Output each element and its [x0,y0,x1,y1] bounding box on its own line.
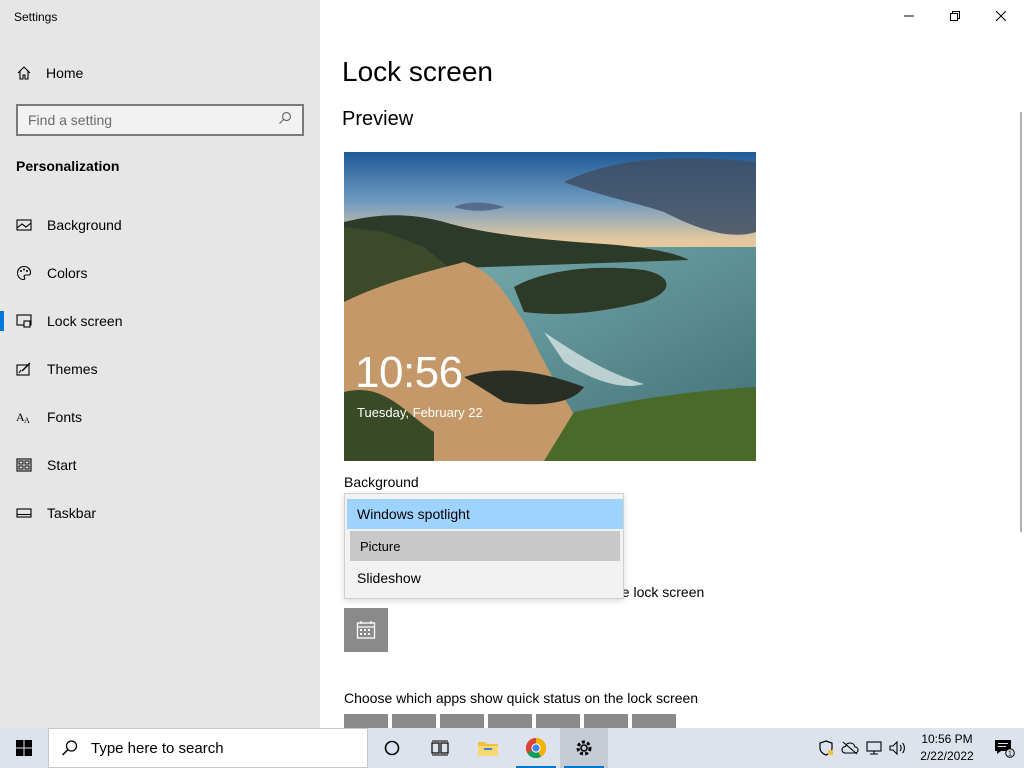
quick-status-tile[interactable] [536,714,580,728]
close-button[interactable] [978,0,1024,32]
taskbar: Type here to search 10:56 PM 2/22/2022 1 [0,728,1024,768]
page-title: Lock screen [342,56,493,87]
clock-time: 10:56 PM [921,732,973,746]
settings-icon [576,740,592,756]
dropdown-option-picture[interactable]: Picture [350,531,620,561]
preview-time: 10:56 [355,348,463,397]
task-view-icon [431,740,449,756]
sidebar-item-label: Taskbar [47,505,97,521]
minimize-icon [904,15,914,17]
clock-date: 2/22/2022 [920,749,974,763]
sidebar-item-label: Start [47,457,77,473]
sidebar-item-start[interactable]: Start [0,441,320,489]
calendar-app-tile[interactable] [344,608,388,652]
sidebar-item-lock-screen[interactable]: Lock screen [0,297,320,345]
notification-count: 1 [1008,751,1012,758]
chrome-icon [525,737,547,759]
lock-screen-icon [16,313,32,329]
themes-icon [16,361,32,377]
home-icon [16,65,32,81]
search-icon [61,740,78,756]
dropdown-option-windows-spotlight[interactable]: Windows spotlight [347,499,623,529]
settings-search-box[interactable] [16,104,304,136]
window-controls [886,0,1024,32]
scrollbar[interactable] [1020,112,1022,532]
sidebar: Settings Home Personalization Background… [0,0,320,728]
volume-tray-button[interactable] [886,728,910,768]
quick-status-tile[interactable] [488,714,532,728]
sidebar-item-taskbar[interactable]: Taskbar [0,489,320,537]
cortana-icon [384,740,400,756]
background-label: Background [344,474,419,490]
sidebar-item-label: Themes [47,361,98,377]
windows-logo-icon [16,740,32,756]
quick-status-label: Choose which apps show quick status on t… [344,690,699,706]
app-title: Settings [14,10,58,24]
system-tray: 10:56 PM 2/22/2022 1 [814,728,1024,768]
sidebar-item-label: Colors [47,265,88,281]
cloud-offline-icon [841,741,859,755]
taskbar-search-placeholder: Type here to search [91,739,224,757]
task-view-button[interactable] [416,728,464,768]
sidebar-item-background[interactable]: Background [0,201,320,249]
preview-date: Tuesday, February 22 [357,405,483,420]
action-center-button[interactable]: 1 [984,728,1024,768]
sidebar-item-colors[interactable]: Colors [0,249,320,297]
minimize-button[interactable] [886,0,932,32]
sidebar-nav: Background Colors Lock screen Themes AA … [0,201,320,537]
section-heading: Personalization [16,158,120,174]
network-tray-button[interactable] [862,728,886,768]
taskbar-clock[interactable]: 10:56 PM 2/22/2022 [910,731,984,765]
svg-text:A: A [24,416,30,425]
close-icon [996,11,1006,21]
sidebar-item-fonts[interactable]: AA Fonts [0,393,320,441]
restore-button[interactable] [932,0,978,32]
cortana-button[interactable] [368,728,416,768]
main-content: Lock screen Preview 10:56 Tuesday, Febru… [320,0,1024,728]
home-label: Home [46,65,84,81]
start-icon [16,457,32,473]
file-explorer-button[interactable] [464,728,512,768]
quick-status-tile[interactable] [584,714,628,728]
dropdown-option-slideshow[interactable]: Slideshow [347,563,623,593]
picture-icon [16,217,32,233]
detailed-status-label: he lock screen [614,584,705,600]
quick-status-tiles [344,714,676,728]
fonts-icon: AA [16,409,32,425]
sidebar-item-label: Lock screen [47,313,123,329]
volume-icon [889,740,905,756]
sidebar-item-label: Fonts [47,409,83,425]
settings-taskbar-button[interactable] [560,728,608,768]
sidebar-item-label: Background [47,217,122,233]
notification-icon: 1 [995,740,1015,758]
taskbar-icon [16,505,32,521]
taskbar-search-box[interactable]: Type here to search [48,728,368,768]
quick-status-tile[interactable] [392,714,436,728]
sidebar-item-themes[interactable]: Themes [0,345,320,393]
quick-status-tile[interactable] [632,714,676,728]
network-icon [866,741,882,755]
quick-status-tile[interactable] [344,714,388,728]
security-tray-button[interactable] [814,728,838,768]
home-link[interactable]: Home [16,62,83,84]
background-dropdown[interactable]: Windows spotlight Picture Slideshow [344,493,624,599]
file-explorer-icon [478,742,498,756]
quick-status-tile[interactable] [440,714,484,728]
search-icon[interactable] [278,111,292,130]
start-button[interactable] [0,728,48,768]
chrome-button[interactable] [512,728,560,768]
settings-search-input[interactable] [28,112,278,128]
calendar-icon [356,621,376,639]
lock-screen-preview: 10:56 Tuesday, February 22 [344,152,756,461]
restore-icon [950,11,960,21]
palette-icon [16,265,32,281]
shield-icon [819,740,833,756]
preview-heading: Preview [342,108,414,130]
onedrive-tray-button[interactable] [838,728,862,768]
